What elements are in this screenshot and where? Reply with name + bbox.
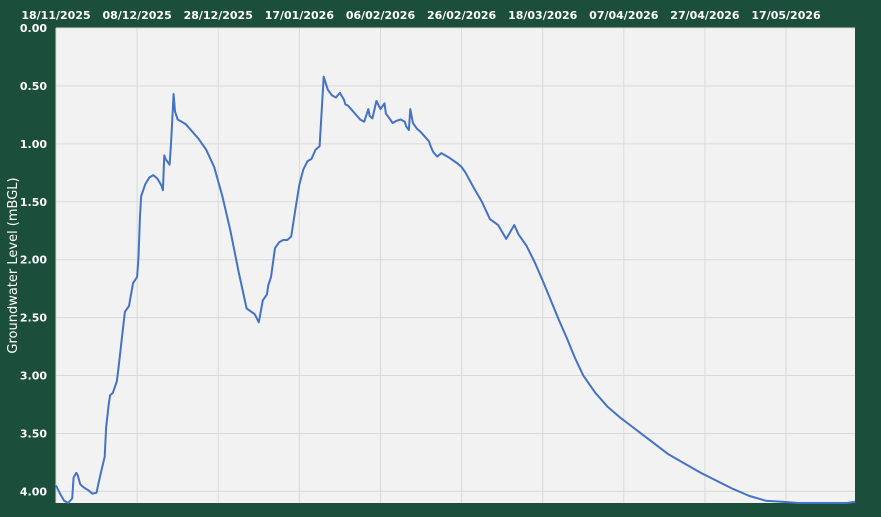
y-axis-label: Groundwater Level (mBGL) bbox=[6, 177, 21, 353]
x-tick-label: 17/01/2026 bbox=[265, 9, 335, 22]
x-tick-label: 26/02/2026 bbox=[427, 9, 497, 22]
x-tick-label: 17/05/2026 bbox=[751, 9, 821, 22]
y-tick-label: 1.00 bbox=[20, 138, 47, 151]
y-tick-label: 2.00 bbox=[20, 254, 47, 267]
x-tick-label: 27/04/2026 bbox=[670, 9, 740, 22]
chart-container: 18/11/2025 08/12/2025 28/12/2025 17/01/2026… bbox=[0, 0, 881, 517]
y-tick-label: 0.50 bbox=[20, 80, 47, 93]
x-tick-label: 28/12/2025 bbox=[184, 9, 253, 22]
x-tick-label: 08/12/2025 bbox=[102, 9, 171, 22]
y-tick-label: 2.50 bbox=[20, 312, 47, 325]
x-tick-label: 06/02/2026 bbox=[346, 9, 416, 22]
groundwater-line-chart: 18/11/2025 08/12/2025 28/12/2025 17/01/2026… bbox=[6, 9, 856, 504]
y-tick-label: 0.00 bbox=[20, 22, 47, 35]
x-tick-labels: 18/11/2025 08/12/2025 28/12/2025 17/01/2026… bbox=[21, 9, 821, 22]
y-tick-label: 1.50 bbox=[20, 196, 47, 209]
y-tick-label: 3.50 bbox=[20, 427, 47, 440]
y-tick-label: 4.00 bbox=[20, 485, 47, 498]
x-tick-label: 18/11/2025 bbox=[21, 9, 90, 22]
plot-area bbox=[56, 28, 855, 503]
y-tick-labels: 0.00 0.50 1.00 1.50 2.00 2.50 3.00 3.50 4.00 bbox=[20, 22, 47, 498]
y-tick-label: 3.00 bbox=[20, 370, 47, 383]
x-tick-label: 07/04/2026 bbox=[589, 9, 659, 22]
x-tick-label: 18/03/2026 bbox=[508, 9, 578, 22]
